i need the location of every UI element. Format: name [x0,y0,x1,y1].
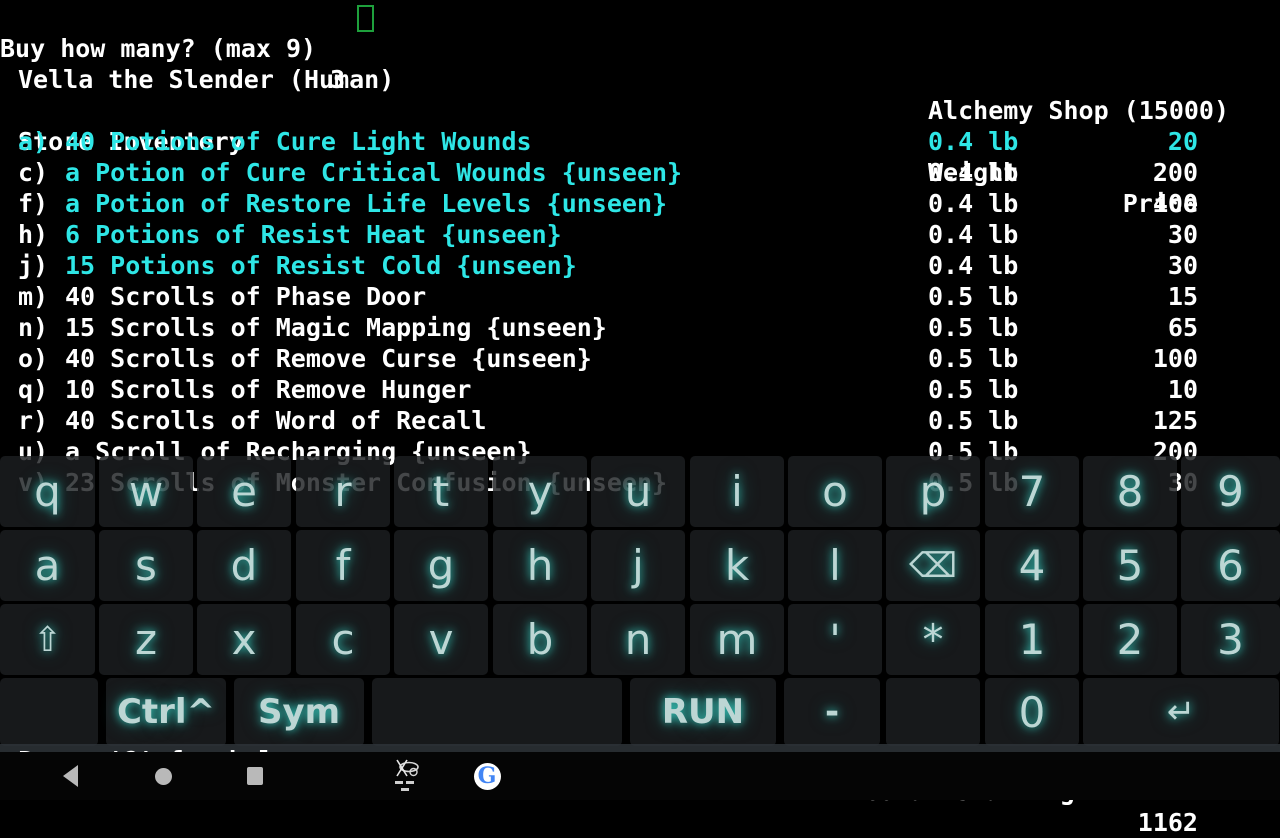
ime-switch-icon [395,759,419,791]
inventory-row[interactable]: j) 15 Potions of Resist Cold {unseen} 0.4 … [0,250,1280,281]
item-description: 40 Scrolls of Remove Curse {unseen} [65,344,592,373]
item-weight: 0.5 lb [928,282,1019,311]
home-button[interactable] [141,752,185,800]
item-tag: o) [18,344,49,373]
item-price: 20 [1167,127,1198,156]
home-icon [154,767,172,785]
item-tag: h) [18,220,49,249]
item-description: 23 Scrolls of Monster Confusion {unseen} [65,468,668,497]
status-line: Press '?' for help. Gold Remaining: 1162 [0,714,1280,837]
item-description: 6 Potions of Resist Heat {unseen} [65,220,562,249]
item-description: 40 Potions of Cure Light Wounds [65,127,532,156]
item-description: 40 Scrolls of Word of Recall [65,406,487,435]
item-price: 65 [1167,313,1198,342]
inventory-row[interactable]: q) 10 Scrolls of Remove Hunger 0.5 lb 10 [0,374,1280,405]
item-description: a Scroll of Recharging {unseen} [65,437,532,466]
buy-prompt-line: Buy how many? (max 9) 3 [0,2,1280,94]
item-tag: n) [18,313,49,342]
item-weight: 0.5 lb [928,313,1019,342]
item-tag: q) [18,375,49,404]
character-and-shop-line: Vella the Slender (Human) Alchemy Shop (… [0,33,1280,125]
item-weight: 0.4 lb [928,189,1019,218]
inventory-row[interactable]: h) 6 Potions of Resist Heat {unseen} 0.4 l… [0,219,1280,250]
item-weight: 0.5 lb [928,468,1019,497]
inventory-row[interactable]: r) 40 Scrolls of Word of Recall 0.5 lb 125 [0,405,1280,436]
inventory-header-row: Store Inventory Weight Price [0,95,1280,218]
item-price: 30 [1167,220,1198,249]
inventory-row[interactable]: n) 15 Scrolls of Magic Mapping {unseen} 0.… [0,312,1280,343]
character-line: Vella the Slender (Human) [18,65,395,94]
item-tag: r) [18,406,49,435]
android-navigation-bar[interactable]: G [0,752,1280,800]
item-weight: 0.5 lb [928,375,1019,404]
item-tag: c) [18,158,49,187]
item-weight: 0.5 lb [928,406,1019,435]
item-price: 10 [1167,375,1198,404]
item-tag: m) [18,282,49,311]
item-weight: 0.4 lb [928,158,1019,187]
inventory-row[interactable]: f) a Potion of Restore Life Levels {unsee… [0,188,1280,219]
item-price: 30 [1167,251,1198,280]
gold-remaining-value: 1162 [1137,808,1198,837]
inventory-row[interactable]: o) 40 Scrolls of Remove Curse {unseen} 0.5… [0,343,1280,374]
inventory-row[interactable]: c) a Potion of Cure Critical Wounds {unse… [0,157,1280,188]
item-price: 200 [1152,437,1198,466]
item-tag: v) [18,468,49,497]
inventory-row[interactable]: m) 40 Scrolls of Phase Door 0.5 lb 15 [0,281,1280,312]
text-cursor [357,5,374,32]
item-price: 30 [1167,468,1198,497]
item-description: a Potion of Cure Critical Wounds {unseen… [65,158,683,187]
game-terminal[interactable]: Buy how many? (max 9) 3 Vella the Slende… [0,0,1280,760]
inventory-row[interactable]: a) 40 Potions of Cure Light Wounds 0.4 lb 2… [0,126,1280,157]
item-description: a Potion of Restore Life Levels {unseen} [65,189,668,218]
item-price: 200 [1152,158,1198,187]
item-tag: f) [18,189,49,218]
inventory-row[interactable]: u) a Scroll of Recharging {unseen} 0.5 lb 2… [0,436,1280,467]
item-description: 15 Potions of Resist Cold {unseen} [65,251,577,280]
item-weight: 0.4 lb [928,251,1019,280]
item-price: 400 [1152,189,1198,218]
recents-icon [247,767,263,785]
item-price: 125 [1152,406,1198,435]
item-tag: u) [18,437,49,466]
inventory-row[interactable]: v) 23 Scrolls of Monster Confusion {unsee… [0,467,1280,498]
item-tag: j) [18,251,49,280]
item-tag: a) [18,127,49,156]
back-icon [62,765,78,787]
item-description: 10 Scrolls of Remove Hunger [65,375,472,404]
back-button[interactable] [48,752,92,800]
item-weight: 0.4 lb [928,127,1019,156]
item-price: 100 [1152,344,1198,373]
item-price: 15 [1167,282,1198,311]
item-description: 40 Scrolls of Phase Door [65,282,427,311]
item-weight: 0.5 lb [928,344,1019,373]
google-assistant-button[interactable]: G [465,752,509,800]
google-icon: G [473,762,501,790]
recents-button[interactable] [233,752,277,800]
item-weight: 0.5 lb [928,437,1019,466]
ime-switch-button[interactable] [385,752,429,800]
item-weight: 0.4 lb [928,220,1019,249]
item-description: 15 Scrolls of Magic Mapping {unseen} [65,313,607,342]
